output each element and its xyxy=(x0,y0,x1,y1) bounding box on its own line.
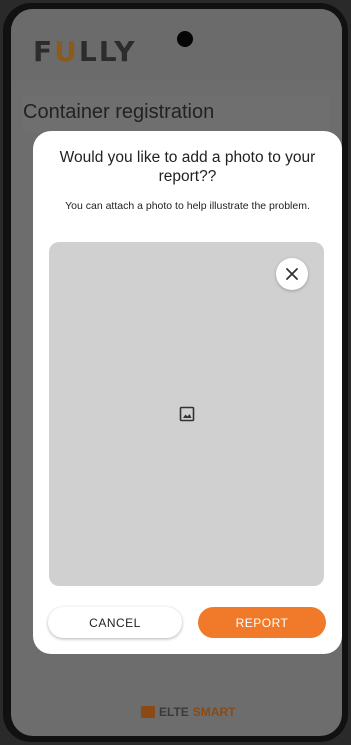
brand-part-1: ELTE xyxy=(159,705,189,719)
device-frame: FULLY Container registration ELTE SMART W… xyxy=(3,3,348,742)
cancel-button[interactable]: CANCEL xyxy=(48,607,182,638)
add-photo-dialog: Would you like to add a photo to your re… xyxy=(33,131,342,654)
image-icon xyxy=(179,406,195,422)
close-icon[interactable] xyxy=(276,258,308,290)
dialog-subtitle: You can attach a photo to help illustrat… xyxy=(65,200,310,212)
front-camera xyxy=(177,31,193,47)
dialog-title: Would you like to add a photo to your re… xyxy=(59,149,316,185)
report-button[interactable]: REPORT xyxy=(198,607,326,638)
page-title: Container registration xyxy=(23,101,215,123)
brand-mark-icon xyxy=(141,706,155,718)
app-logo: FULLY xyxy=(33,35,137,68)
brand-part-2: SMART xyxy=(192,705,236,719)
footer-brand-logo: ELTE SMART xyxy=(141,705,235,719)
